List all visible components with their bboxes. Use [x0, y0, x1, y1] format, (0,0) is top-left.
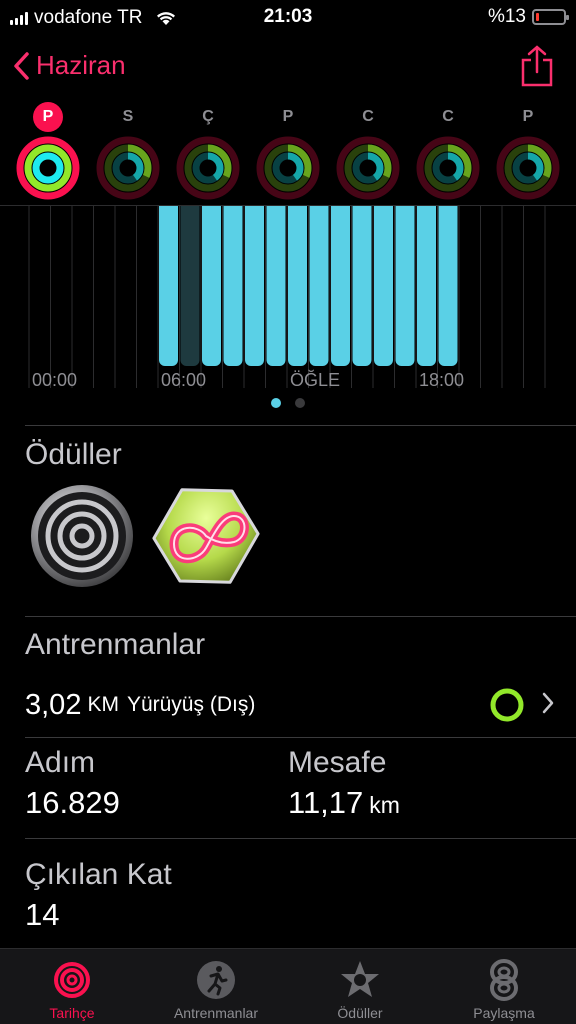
page-indicator[interactable] — [0, 398, 576, 408]
day-rings-icon[interactable] — [96, 136, 160, 200]
workouts-title: Antrenmanlar — [25, 628, 206, 661]
hourly-chart: 00:00 06:00 ÖĞLE 18:00 — [0, 206, 576, 416]
day-letter[interactable]: S — [113, 102, 143, 132]
hour-bar — [202, 206, 221, 366]
workout-name: Yürüyüş (Dış) — [126, 693, 256, 716]
floors-label: Çıkılan Kat — [25, 858, 172, 891]
sharing-icon — [432, 955, 576, 1005]
hour-bar — [223, 206, 243, 366]
day-letter[interactable]: P — [513, 102, 543, 132]
history-rings-icon — [0, 955, 144, 1005]
divider — [25, 838, 576, 839]
hour-bar — [309, 206, 329, 366]
hour-bar-top — [395, 206, 415, 214]
workout-row[interactable]: 3,02 KM Yürüyüş (Dış) — [25, 683, 555, 727]
hour-bar-top — [159, 206, 178, 214]
workout-distance-value: 3,02 — [25, 688, 82, 721]
infinity-award-icon[interactable] — [152, 482, 260, 590]
hour-bar — [374, 206, 393, 366]
x-tick-label: ÖĞLE — [290, 369, 340, 390]
day-rings-icon[interactable] — [176, 136, 240, 200]
back-label: Haziran — [36, 50, 126, 80]
hour-bar — [438, 206, 458, 366]
day-letter[interactable]: P — [33, 102, 63, 132]
floors-value: 14 — [25, 897, 60, 932]
workout-distance-unit: KM — [87, 693, 119, 716]
tab-label: Paylaşma — [473, 1005, 535, 1021]
distance-value-group: 11,17 km — [288, 785, 400, 821]
hour-bar-top — [288, 206, 307, 214]
tab-label: Antrenmanlar — [173, 1005, 259, 1021]
hour-bar-top — [309, 206, 329, 214]
hour-bar — [395, 206, 415, 366]
runner-icon — [144, 955, 288, 1005]
divider — [25, 737, 576, 738]
hour-bar-top — [180, 206, 200, 214]
hour-bar-top — [331, 206, 350, 214]
hour-bar — [266, 206, 286, 366]
status-bar: vodafone TR 21:03 %13 — [0, 0, 576, 34]
battery-group: %13 — [487, 6, 569, 28]
week-selector: PSÇPCCP — [0, 100, 576, 204]
day-letter[interactable]: Ç — [193, 102, 223, 132]
hour-bar — [180, 206, 200, 366]
battery-fill — [536, 13, 539, 21]
hour-bar-top — [374, 206, 393, 214]
hour-bar — [288, 206, 307, 366]
rings-award-icon[interactable] — [28, 482, 136, 590]
hour-bar-top — [417, 206, 436, 214]
battery-percent: %13 — [487, 6, 526, 27]
hour-bar-top — [266, 206, 286, 214]
page-dot[interactable] — [295, 398, 305, 408]
hour-bar-top — [245, 206, 264, 214]
tab-awards[interactable]: Ödüller — [288, 955, 432, 1021]
hour-bar-top — [352, 206, 372, 214]
day-rings-icon[interactable] — [336, 136, 400, 200]
day-rings-icon[interactable] — [496, 136, 560, 200]
awards-title: Ödüller — [25, 438, 122, 471]
distance-unit: km — [369, 792, 400, 818]
hour-bar — [245, 206, 264, 366]
page-dot[interactable] — [271, 398, 281, 408]
chevron-left-icon — [14, 51, 29, 80]
tab-label: Tarihçe — [49, 1005, 95, 1021]
tab-bar: Tarihçe Antrenmanlar Ödüller Paylaşma — [0, 948, 576, 1024]
back-button[interactable]: Haziran — [12, 50, 126, 81]
x-tick-label: 18:00 — [419, 370, 464, 390]
hour-bar — [417, 206, 436, 366]
day-letter[interactable]: P — [273, 102, 303, 132]
star-award-icon — [288, 955, 432, 1005]
tab-workouts[interactable]: Antrenmanlar — [144, 955, 288, 1021]
tab-history[interactable]: Tarihçe — [0, 955, 144, 1021]
tab-label: Ödüller — [337, 1005, 383, 1021]
hour-bar-top — [438, 206, 458, 214]
hour-bar — [352, 206, 372, 366]
chevron-right-icon — [542, 692, 554, 714]
steps-value: 16.829 — [25, 785, 120, 820]
day-rings-icon[interactable] — [256, 136, 320, 200]
x-tick-label: 00:00 — [32, 370, 77, 390]
tab-sharing[interactable]: Paylaşma — [432, 955, 576, 1021]
distance-label: Mesafe — [288, 746, 387, 779]
divider — [25, 425, 576, 426]
hour-bar — [331, 206, 350, 366]
steps-label: Adım — [25, 746, 96, 779]
day-letter[interactable]: C — [433, 102, 463, 132]
day-rings-icon[interactable] — [416, 136, 480, 200]
exercise-ring-icon — [490, 688, 524, 722]
share-icon[interactable] — [520, 44, 554, 88]
chart-svg: 00:00 06:00 ÖĞLE 18:00 — [28, 206, 546, 390]
hour-bar-top — [202, 206, 221, 214]
hour-bar-top — [223, 206, 243, 214]
battery-icon — [532, 9, 569, 25]
hour-bar — [159, 206, 178, 366]
day-letter[interactable]: C — [353, 102, 383, 132]
x-tick-label: 06:00 — [161, 370, 206, 390]
divider — [25, 616, 576, 617]
distance-value: 11,17 — [288, 785, 364, 820]
day-rings-icon[interactable] — [16, 136, 80, 200]
navigation-bar: Haziran — [0, 40, 576, 96]
